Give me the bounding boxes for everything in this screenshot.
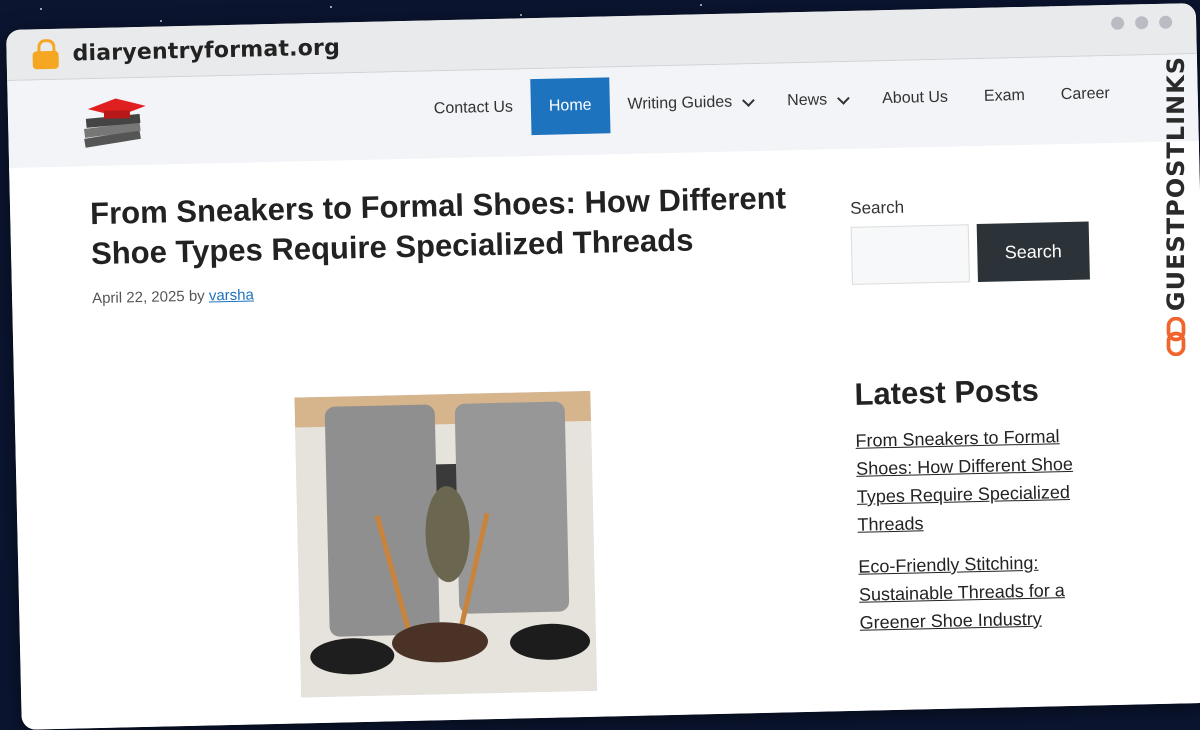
guestpostlinks-watermark: GUESTPOSTLINKS [1156, 56, 1196, 356]
article-title: From Sneakers to Formal Shoes: How Diffe… [89, 180, 787, 272]
author-link[interactable]: varsha [209, 286, 254, 304]
nav-news[interactable]: News [769, 72, 865, 130]
link-chain-icon [1166, 317, 1186, 356]
main-nav: Contact Us Home Writing Guides News Abou… [415, 66, 1128, 138]
browser-window: diaryentryformat.org Contact Us Home Wri… [6, 3, 1200, 730]
nav-about-us[interactable]: About Us [864, 69, 967, 127]
search-form: Search [850, 221, 1092, 285]
chevron-down-icon [742, 93, 756, 107]
latest-post-link[interactable]: From Sneakers to Formal Shoes: How Diffe… [855, 421, 1097, 538]
chevron-down-icon [837, 91, 851, 105]
featured-image [294, 390, 598, 698]
sidebar: Search Search Latest Posts From Sneakers… [850, 193, 1100, 636]
nav-label: About Us [881, 88, 949, 108]
window-controls [1110, 15, 1173, 30]
article-meta: April 22, 2025 by varsha [92, 274, 792, 307]
nav-writing-guides[interactable]: Writing Guides [609, 74, 770, 134]
nav-label: Career [1060, 84, 1110, 104]
site-logo[interactable] [80, 94, 151, 152]
latest-posts-heading: Latest Posts [854, 372, 1040, 412]
window-dot-icon[interactable] [1134, 16, 1149, 30]
nav-label: Home [548, 96, 592, 115]
latest-post-link[interactable]: Eco-Friendly Stitching: Sustainable Thre… [858, 547, 1100, 636]
nav-career[interactable]: Career [1042, 66, 1128, 124]
nav-home[interactable]: Home [530, 77, 611, 136]
nav-label: Exam [983, 86, 1026, 105]
url-text[interactable]: diaryentryformat.org [72, 35, 340, 66]
nav-exam[interactable]: Exam [965, 68, 1043, 126]
byline-label: by [188, 287, 205, 305]
article-date: April 22, 2025 [91, 288, 185, 308]
search-button[interactable]: Search [976, 221, 1090, 283]
window-dot-icon[interactable] [1158, 15, 1173, 29]
search-input[interactable] [850, 224, 970, 285]
page-content: From Sneakers to Formal Shoes: How Diffe… [9, 140, 1200, 730]
nav-label: Writing Guides [627, 93, 733, 113]
nav-label: News [786, 91, 828, 110]
nav-contact-us[interactable]: Contact Us [415, 79, 531, 138]
lock-icon [32, 38, 59, 70]
watermark-text: GUESTPOSTLINKS [1162, 56, 1190, 312]
search-label: Search [850, 197, 905, 218]
window-dot-icon[interactable] [1110, 16, 1125, 30]
article: From Sneakers to Formal Shoes: How Diffe… [89, 178, 792, 698]
nav-label: Contact Us [433, 98, 514, 118]
